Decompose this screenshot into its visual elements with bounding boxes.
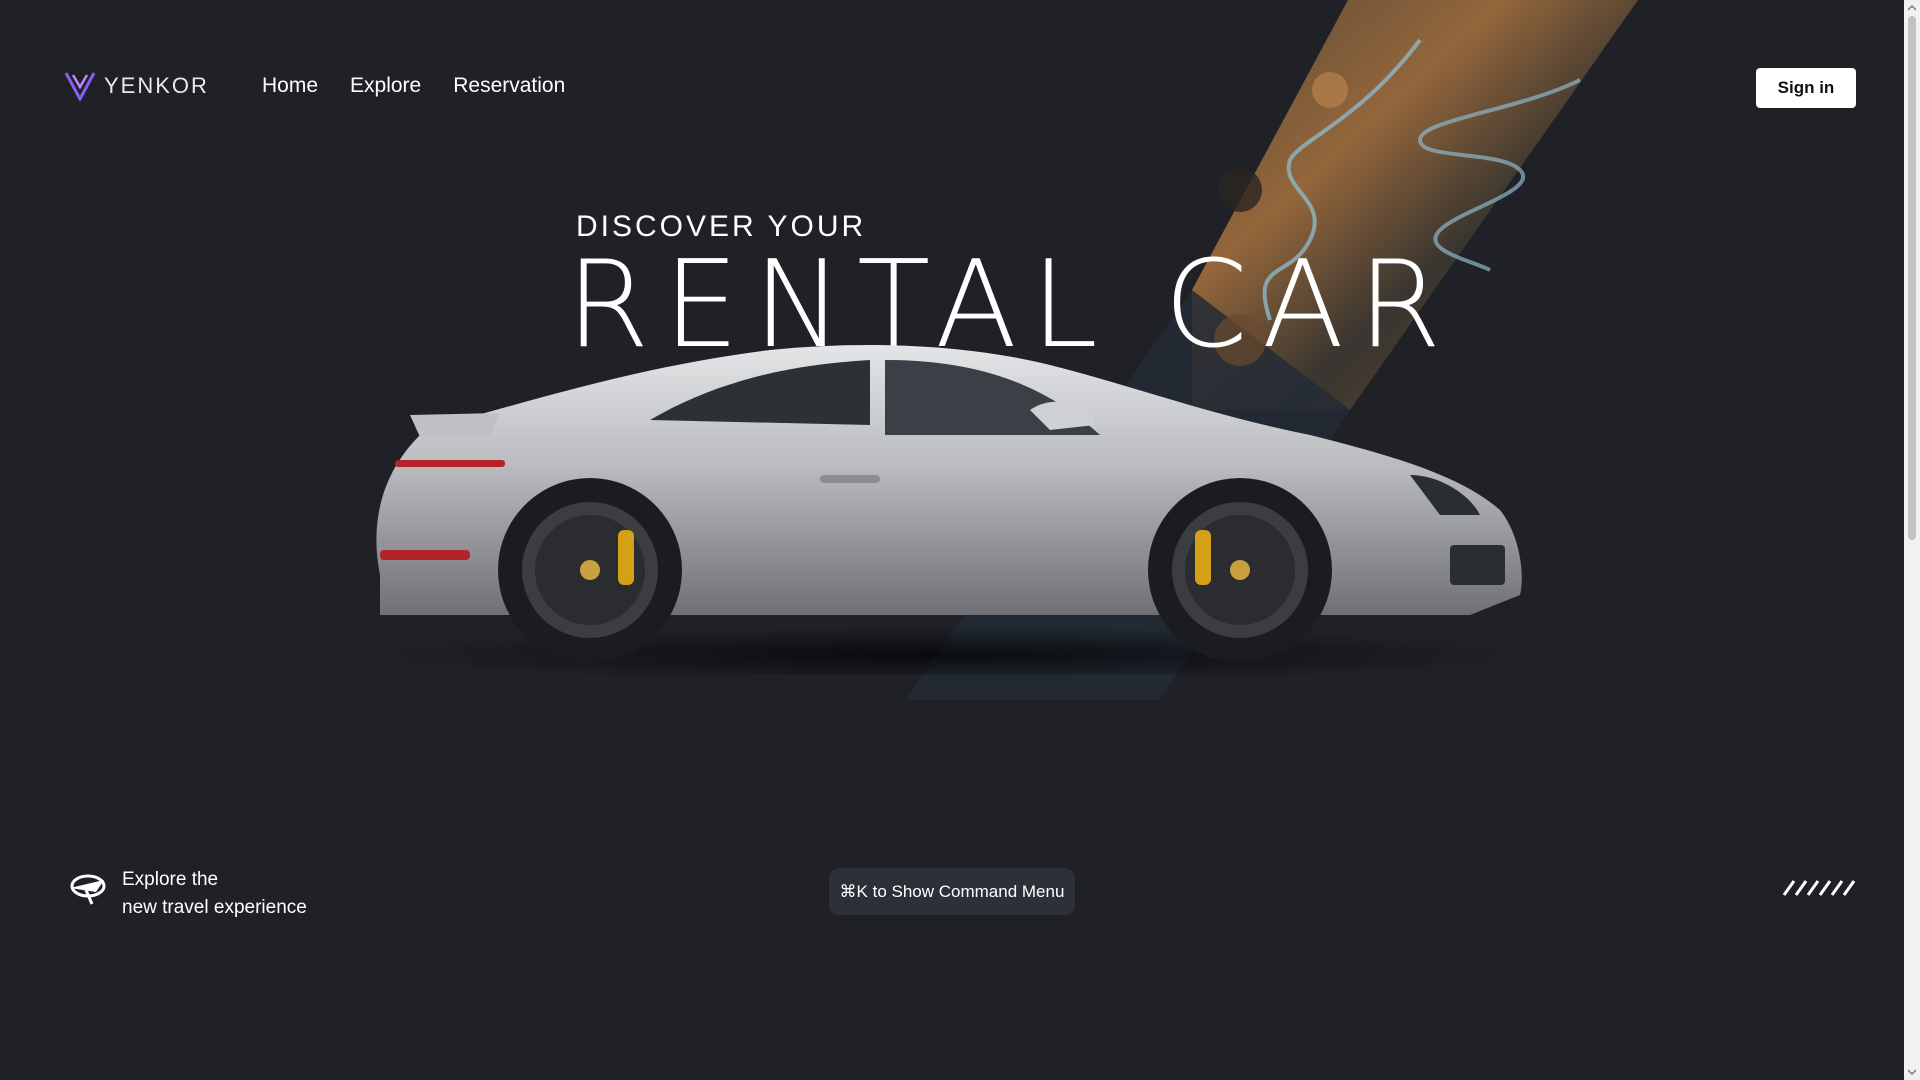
scroll-up-arrow-icon[interactable] — [1908, 4, 1916, 12]
slashes-icon — [1782, 880, 1856, 896]
yenkor-logo-icon — [64, 72, 96, 101]
brand-logo[interactable]: YENKOR — [64, 71, 209, 101]
main-nav: Home Explore Reservation — [262, 74, 565, 98]
rear-wheel — [498, 478, 682, 662]
front-wheel — [1148, 478, 1332, 662]
plane-globe-icon — [70, 874, 106, 905]
command-menu-hint[interactable]: ⌘K to Show Command Menu — [829, 868, 1075, 915]
scrollbar-thumb[interactable] — [1908, 16, 1916, 540]
scroll-down-arrow-icon[interactable] — [1908, 1068, 1916, 1076]
sign-in-button[interactable]: Sign in — [1756, 68, 1856, 108]
tagline-line-2: new travel experience — [122, 897, 307, 918]
nav-explore[interactable]: Explore — [350, 74, 421, 98]
car-image — [370, 345, 1530, 675]
logo-text: YENKOR — [104, 73, 209, 98]
explore-tagline: Explore the new travel experience — [66, 866, 307, 922]
nav-home[interactable]: Home — [262, 74, 318, 98]
tagline-line-1: Explore the — [122, 869, 219, 890]
nav-reservation[interactable]: Reservation — [453, 74, 565, 98]
page: YENKOR Home Explore Reservation Sign in … — [0, 0, 1904, 1080]
vertical-scrollbar[interactable] — [1904, 0, 1920, 1080]
